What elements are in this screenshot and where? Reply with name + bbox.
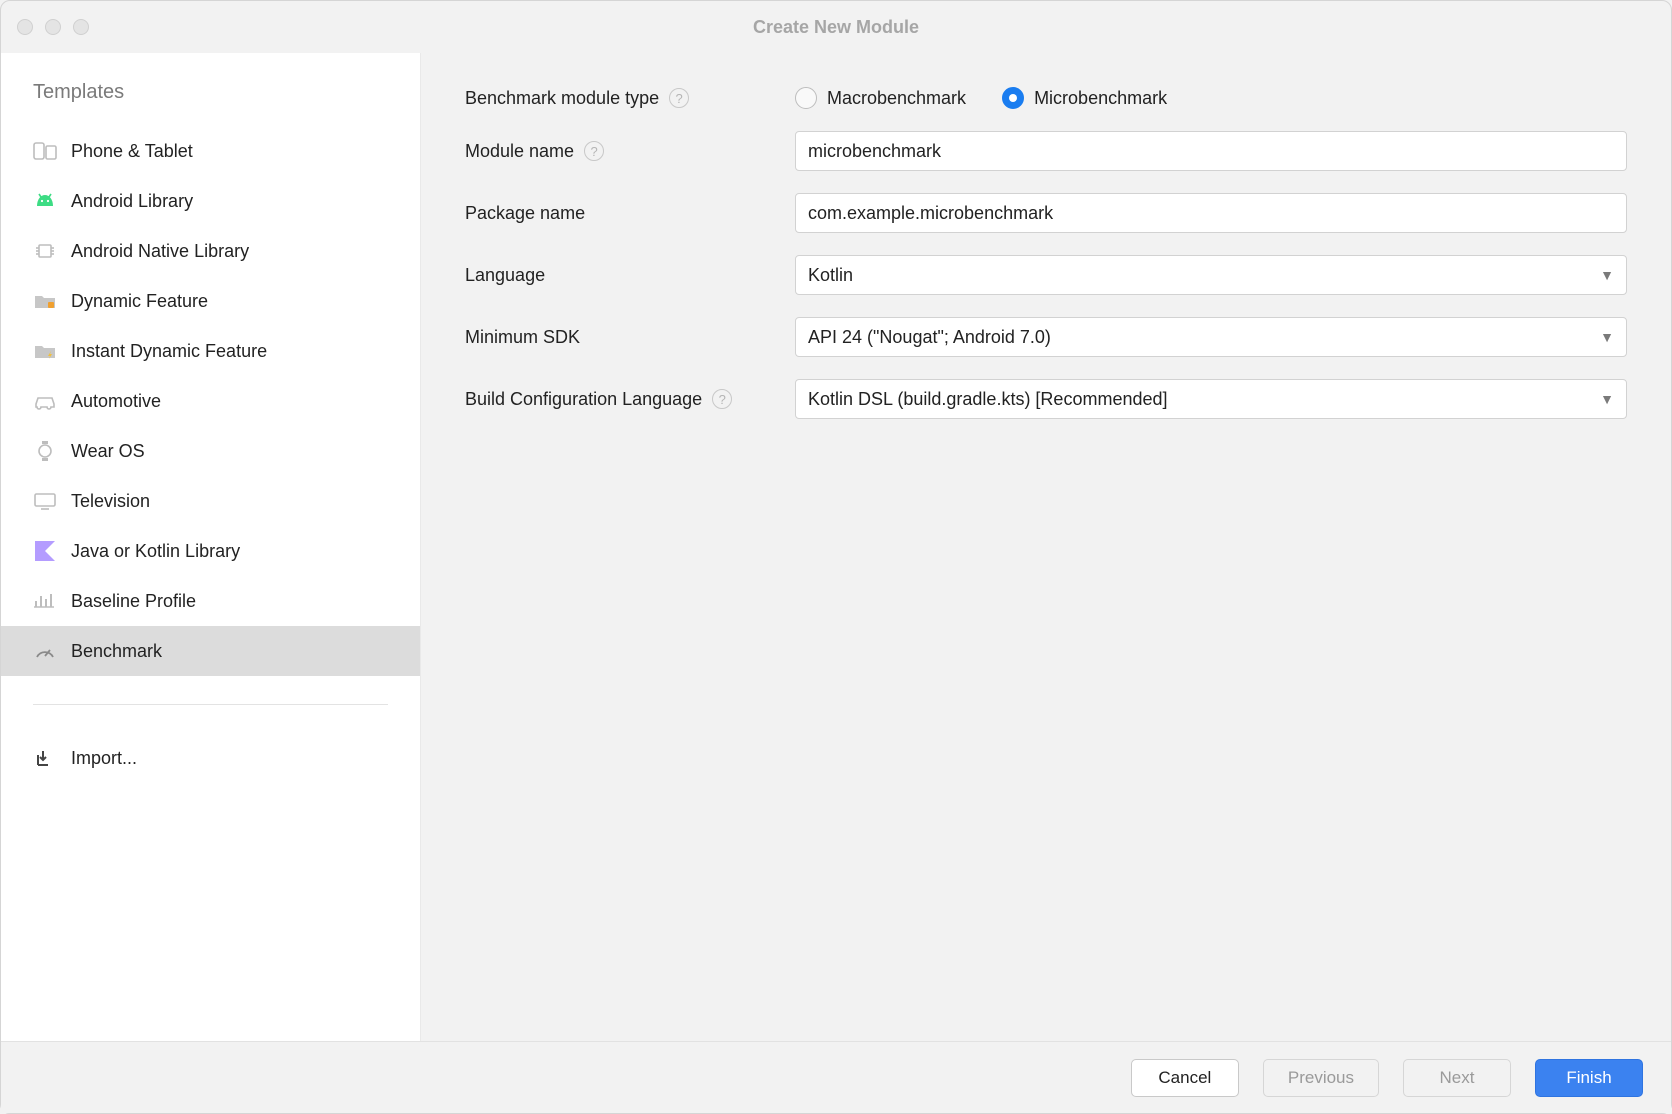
template-label: Wear OS [71, 441, 145, 462]
package-name-control: com.example.microbenchmark [795, 193, 1627, 233]
benchmark-type-radios: Macrobenchmark Microbenchmark [795, 87, 1627, 109]
label-module-name: Module name ? [465, 141, 795, 162]
import-icon [33, 747, 57, 769]
row-package-name: Package name com.example.microbenchmark [465, 193, 1627, 233]
language-control: Kotlin ▼ [795, 255, 1627, 295]
help-icon[interactable]: ? [584, 141, 604, 161]
chevron-down-icon: ▼ [1600, 391, 1614, 407]
template-label: Automotive [71, 391, 161, 412]
label-text: Language [465, 265, 545, 286]
template-label: Android Library [71, 191, 193, 212]
template-item-benchmark[interactable]: Benchmark [1, 626, 420, 676]
select-value: Kotlin DSL (build.gradle.kts) [Recommend… [808, 389, 1168, 410]
label-benchmark-type: Benchmark module type ? [465, 88, 795, 109]
row-language: Language Kotlin ▼ [465, 255, 1627, 295]
label-package-name: Package name [465, 203, 795, 224]
label-minimum-sdk: Minimum SDK [465, 327, 795, 348]
template-label: Baseline Profile [71, 591, 196, 612]
cancel-button[interactable]: Cancel [1131, 1059, 1239, 1097]
template-label: Benchmark [71, 641, 162, 662]
finish-button[interactable]: Finish [1535, 1059, 1643, 1097]
car-icon [33, 390, 57, 412]
row-minimum-sdk: Minimum SDK API 24 ("Nougat"; Android 7.… [465, 317, 1627, 357]
template-item-wear-os[interactable]: Wear OS [1, 426, 420, 476]
baseline-icon [33, 590, 57, 612]
next-button[interactable]: Next [1403, 1059, 1511, 1097]
radio-microbenchmark[interactable]: Microbenchmark [1002, 87, 1167, 109]
template-item-android-library[interactable]: Android Library [1, 176, 420, 226]
template-item-instant-dynamic-feature[interactable]: Instant Dynamic Feature [1, 326, 420, 376]
template-label: Dynamic Feature [71, 291, 208, 312]
kotlin-icon [33, 540, 57, 562]
template-item-phone-tablet[interactable]: Phone & Tablet [1, 126, 420, 176]
template-label: Phone & Tablet [71, 141, 193, 162]
dialog-content: Templates Phone & Tablet Android Library… [1, 53, 1671, 1041]
radio-macrobenchmark[interactable]: Macrobenchmark [795, 87, 966, 109]
window-title: Create New Module [1, 17, 1671, 38]
row-benchmark-type: Benchmark module type ? Macrobenchmark M… [465, 87, 1627, 109]
templates-sidebar: Templates Phone & Tablet Android Library… [1, 53, 421, 1041]
minimum-sdk-select[interactable]: API 24 ("Nougat"; Android 7.0) ▼ [795, 317, 1627, 357]
template-item-java-kotlin-library[interactable]: Java or Kotlin Library [1, 526, 420, 576]
gauge-icon [33, 640, 57, 662]
watch-icon [33, 440, 57, 462]
minimum-sdk-control: API 24 ("Nougat"; Android 7.0) ▼ [795, 317, 1627, 357]
chevron-down-icon: ▼ [1600, 267, 1614, 283]
package-name-input[interactable]: com.example.microbenchmark [795, 193, 1627, 233]
previous-button[interactable]: Previous [1263, 1059, 1379, 1097]
template-label: Television [71, 491, 150, 512]
titlebar: Create New Module [1, 1, 1671, 53]
radio-label: Microbenchmark [1034, 88, 1167, 109]
import-label: Import... [71, 748, 137, 769]
template-item-dynamic-feature[interactable]: Dynamic Feature [1, 276, 420, 326]
folder-dynamic-icon [33, 290, 57, 312]
build-config-language-select[interactable]: Kotlin DSL (build.gradle.kts) [Recommend… [795, 379, 1627, 419]
label-text: Build Configuration Language [465, 389, 702, 410]
language-select[interactable]: Kotlin ▼ [795, 255, 1627, 295]
module-form: Benchmark module type ? Macrobenchmark M… [421, 53, 1671, 1041]
template-label: Instant Dynamic Feature [71, 341, 267, 362]
build-config-language-control: Kotlin DSL (build.gradle.kts) [Recommend… [795, 379, 1627, 419]
select-value: Kotlin [808, 265, 853, 286]
sidebar-item-import[interactable]: Import... [1, 733, 420, 783]
chevron-down-icon: ▼ [1600, 329, 1614, 345]
template-item-automotive[interactable]: Automotive [1, 376, 420, 426]
template-item-television[interactable]: Television [1, 476, 420, 526]
label-text: Benchmark module type [465, 88, 659, 109]
label-language: Language [465, 265, 795, 286]
row-module-name: Module name ? microbenchmark [465, 131, 1627, 171]
template-label: Java or Kotlin Library [71, 541, 240, 562]
help-icon[interactable]: ? [712, 389, 732, 409]
input-value: microbenchmark [808, 141, 941, 162]
template-item-baseline-profile[interactable]: Baseline Profile [1, 576, 420, 626]
radio-label: Macrobenchmark [827, 88, 966, 109]
templates-list: Phone & Tablet Android Library Android N… [1, 126, 420, 676]
tv-icon [33, 490, 57, 512]
android-icon [33, 190, 57, 212]
template-label: Android Native Library [71, 241, 249, 262]
select-value: API 24 ("Nougat"; Android 7.0) [808, 327, 1051, 348]
radio-icon [1002, 87, 1024, 109]
dialog-footer: Cancel Previous Next Finish [1, 1041, 1671, 1113]
module-name-input[interactable]: microbenchmark [795, 131, 1627, 171]
help-icon[interactable]: ? [669, 88, 689, 108]
label-text: Module name [465, 141, 574, 162]
radio-icon [795, 87, 817, 109]
templates-heading: Templates [1, 81, 420, 126]
input-value: com.example.microbenchmark [808, 203, 1053, 224]
label-build-config-language: Build Configuration Language ? [465, 389, 795, 410]
template-item-android-native-library[interactable]: Android Native Library [1, 226, 420, 276]
label-text: Minimum SDK [465, 327, 580, 348]
label-text: Package name [465, 203, 585, 224]
chip-icon [33, 240, 57, 262]
row-build-config-language: Build Configuration Language ? Kotlin DS… [465, 379, 1627, 419]
folder-instant-icon [33, 340, 57, 362]
sidebar-divider [33, 704, 388, 705]
phone-tablet-icon [33, 140, 57, 162]
module-name-control: microbenchmark [795, 131, 1627, 171]
